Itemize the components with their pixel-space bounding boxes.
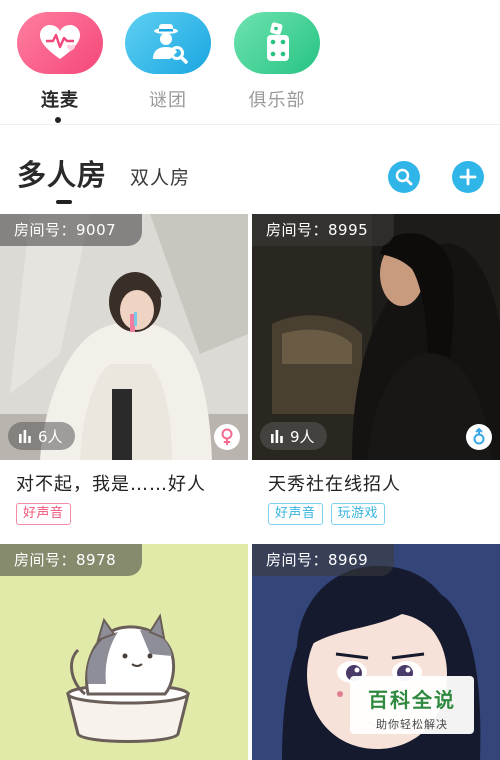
tab-multi-room[interactable]: 多人房 [17, 152, 107, 194]
room-id-label: 房间号：8969 [252, 544, 394, 576]
tab-duo-room[interactable]: 双人房 [130, 163, 190, 190]
watermark-subtitle: 助你轻松解决 [376, 718, 448, 731]
room-tags: 好声音 [0, 503, 248, 525]
room-tag: 好声音 [16, 503, 71, 525]
tab-label: 谜团 [149, 90, 187, 111]
member-count: 9人 [290, 427, 315, 446]
room-tags: 好声音 玩游戏 [252, 503, 500, 525]
watermark: 百科全说 助你轻松解决 [350, 676, 474, 734]
female-icon [214, 424, 240, 450]
watermark-title: 百科全说 [368, 688, 456, 712]
room-id-label: 房间号：8978 [0, 544, 142, 576]
bar-chart-icon [19, 430, 31, 443]
heart-pulse-icon [17, 12, 103, 74]
room-tag: 玩游戏 [330, 503, 386, 525]
room-card[interactable]: 房间号：9007 6人 对不起，我是……好人 好声音 [0, 214, 248, 525]
category-tab-bar: 连麦 谜团 俱乐部 [0, 0, 500, 124]
room-cover-image: 房间号：8978 [0, 544, 248, 760]
bar-chart-icon [271, 430, 283, 443]
dice-icon [234, 12, 320, 74]
tab-lianmai[interactable]: 连麦 [15, 12, 105, 112]
tab-mituan[interactable]: 谜团 [123, 12, 213, 112]
active-tab-indicator [55, 117, 61, 123]
member-count: 6人 [38, 427, 63, 446]
tab-club[interactable]: 俱乐部 [232, 12, 322, 112]
room-card[interactable]: 房间号：8995 9人 天秀社在线招人 好声音 玩游戏 [252, 214, 500, 525]
member-count-badge: 6人 [8, 422, 75, 450]
male-icon [466, 424, 492, 450]
tab-label: 连麦 [41, 90, 79, 111]
search-icon [395, 168, 413, 186]
member-count-badge: 9人 [260, 422, 327, 450]
room-cover-image: 房间号：9007 6人 [0, 214, 248, 460]
room-type-header: 多人房 双人房 [0, 140, 500, 210]
room-id-label: 房间号：9007 [0, 214, 142, 246]
add-room-button[interactable] [452, 161, 484, 193]
divider [0, 124, 500, 125]
room-tag: 好声音 [268, 503, 323, 525]
tab-label: 俱乐部 [248, 90, 306, 111]
room-type-indicator [56, 200, 72, 204]
detective-icon [125, 12, 211, 74]
room-title: 对不起，我是……好人 [16, 474, 206, 495]
room-cover-image: 房间号：8995 9人 [252, 214, 500, 460]
search-button[interactable] [388, 161, 420, 193]
room-card[interactable]: 房间号：8978 [0, 544, 248, 760]
room-id-label: 房间号：8995 [252, 214, 394, 246]
plus-icon [459, 168, 477, 186]
room-title: 天秀社在线招人 [268, 474, 401, 495]
